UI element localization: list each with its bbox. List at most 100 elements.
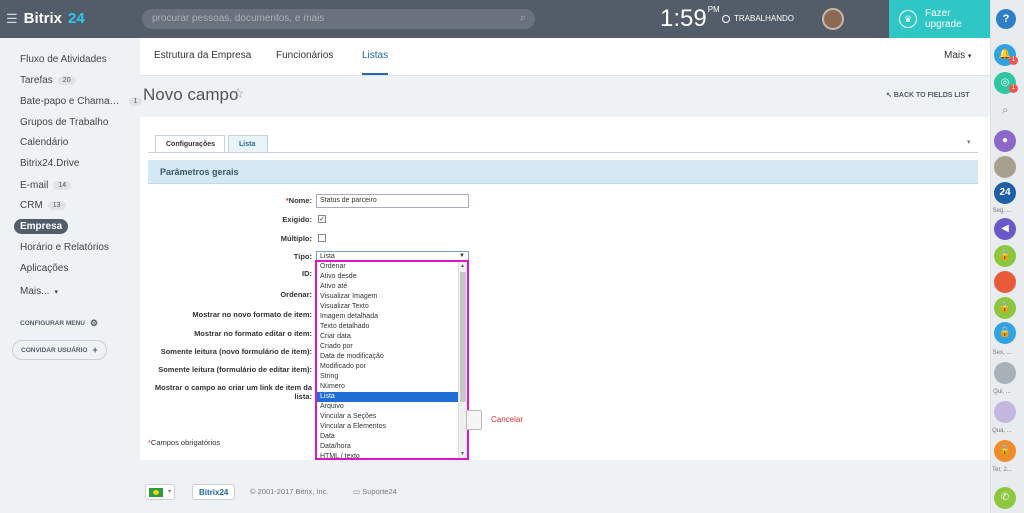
- brazil-flag-icon: [149, 488, 163, 497]
- dropdown-option[interactable]: Modificado por: [317, 362, 467, 372]
- contact-avatar[interactable]: [994, 271, 1016, 293]
- sidebar-item-mais[interactable]: Mais... ▾: [20, 286, 58, 297]
- more-menu[interactable]: Mais ▾: [944, 50, 971, 61]
- mostrar-editar-label: Mostrar no formato editar o item:: [194, 329, 312, 338]
- lock-icon[interactable]: 🔒: [994, 245, 1016, 267]
- tab-lista[interactable]: Lista: [228, 135, 268, 153]
- dropdown-option[interactable]: Ativo desde: [317, 272, 467, 282]
- sidebar-item-empresa[interactable]: Empresa: [14, 219, 69, 234]
- star-icon[interactable]: ☆: [232, 85, 245, 102]
- search-input[interactable]: procurar pessoas, documentos, e mais ⌕: [142, 9, 535, 29]
- sidebar-item-aplicacoes[interactable]: Aplicações: [20, 263, 68, 274]
- dropdown-option[interactable]: Arquivo: [317, 402, 467, 412]
- back-to-fields-link[interactable]: ↖ BACK TO FIELDS LIST: [886, 91, 970, 99]
- sidebar-item-drive[interactable]: Bitrix24.Drive: [20, 158, 79, 169]
- nome-field[interactable]: Status de parceiro: [316, 194, 469, 208]
- sidebar-item-bate-papo[interactable]: Bate-papo e Chama… 1: [20, 96, 143, 107]
- help-button[interactable]: ?: [996, 9, 1016, 29]
- contact-avatar[interactable]: [994, 156, 1016, 178]
- support-link[interactable]: ▭ Suporte24: [353, 487, 397, 496]
- dropdown-option[interactable]: Data: [317, 432, 467, 442]
- dropdown-option[interactable]: Data/hora: [317, 442, 467, 452]
- sidebar-item-email[interactable]: E-mail 14: [20, 180, 72, 191]
- megaphone-icon[interactable]: ◀: [994, 218, 1016, 240]
- tab-configuracoes[interactable]: Configurações: [155, 135, 225, 153]
- back-link-label: BACK TO FIELDS LIST: [893, 92, 970, 99]
- scroll-up-icon[interactable]: ▲: [460, 263, 465, 269]
- exigido-checkbox[interactable]: ✓: [318, 215, 326, 223]
- invite-user-button[interactable]: CONVIDAR USUÁRIO +: [12, 340, 107, 360]
- sidebar-item-tarefas[interactable]: Tarefas 20: [20, 75, 76, 86]
- cancel-button[interactable]: Cancelar: [491, 415, 523, 424]
- dropdown-option[interactable]: Ordenar: [317, 262, 467, 272]
- chevron-down-icon[interactable]: ▾: [967, 138, 971, 146]
- dropdown-option[interactable]: Lista: [317, 392, 467, 402]
- dropdown-option[interactable]: String: [317, 372, 467, 382]
- work-status[interactable]: TRABALHANDO: [722, 14, 794, 23]
- chevron-down-icon: ▾: [167, 489, 171, 495]
- dropdown-option[interactable]: Vincular a Elementos: [317, 422, 467, 432]
- save-button[interactable]: [466, 410, 482, 430]
- dropdown-option[interactable]: Número: [317, 382, 467, 392]
- date-label: Qua, ...: [992, 428, 1012, 434]
- dropdown-option[interactable]: Data de modificação: [317, 352, 467, 362]
- scrollbar-thumb[interactable]: [460, 272, 466, 402]
- tab-listas[interactable]: Listas: [362, 50, 389, 75]
- mostrar-link-label: Mostrar o campo ao criar um link de item…: [154, 383, 312, 401]
- dropdown-option[interactable]: Visualizar Texto: [317, 302, 467, 312]
- phone-icon[interactable]: ✆: [994, 487, 1016, 509]
- required-note-text: Campos obrigatórios: [150, 438, 221, 447]
- logo[interactable]: ☰ Bitrix 24: [6, 10, 85, 27]
- group-avatar[interactable]: [994, 401, 1016, 423]
- search-icon[interactable]: ⌕: [520, 12, 526, 25]
- sidebar-item-fluxo[interactable]: Fluxo de Atividades: [20, 54, 107, 65]
- status-icon: [722, 14, 730, 23]
- chat-24-icon[interactable]: 24: [994, 182, 1016, 204]
- dropdown-option[interactable]: Criado por: [317, 342, 467, 352]
- upgrade-button[interactable]: ♛ Fazer upgrade: [889, 0, 990, 38]
- lock-icon[interactable]: 🔒: [994, 322, 1016, 344]
- lock-icon[interactable]: 🔒: [994, 297, 1016, 319]
- contact-avatar[interactable]: [994, 362, 1016, 384]
- date-label: Sex, ...: [992, 350, 1012, 356]
- section-nav: [140, 38, 990, 76]
- dropdown-option[interactable]: Vincular a Seções: [317, 412, 467, 422]
- configure-menu-button[interactable]: CONFIGURAR MENU ⚙: [20, 318, 98, 329]
- sidebar-item-crm[interactable]: CRM 13: [20, 200, 66, 211]
- search-contacts-icon[interactable]: ⌕: [994, 100, 1016, 122]
- logo-number: 24: [68, 10, 85, 27]
- sidebar-item-calendario[interactable]: Calendário: [20, 137, 68, 148]
- multiplo-label: Múltiplo:: [280, 234, 312, 243]
- contact-avatar[interactable]: ●: [994, 130, 1016, 152]
- lock-icon[interactable]: 🔒: [994, 440, 1016, 462]
- tab-funcionarios[interactable]: Funcionários: [276, 50, 333, 61]
- language-selector[interactable]: ▾: [145, 484, 175, 500]
- sidebar-item-grupos[interactable]: Grupos de Trabalho: [20, 117, 108, 128]
- sidebar-item-label: Tarefas: [20, 75, 53, 86]
- count-badge: 1: [128, 97, 143, 106]
- dropdown-option[interactable]: Imagem detalhada: [317, 312, 467, 322]
- tab-estrutura[interactable]: Estrutura da Empresa: [154, 50, 251, 61]
- menu-icon[interactable]: ☰: [6, 11, 18, 27]
- id-label: ID:: [302, 269, 312, 278]
- sidebar-item-label: Fluxo de Atividades: [20, 54, 107, 65]
- nome-label-text: Nome:: [288, 196, 312, 205]
- footer-logo[interactable]: Bitrix24: [192, 484, 236, 500]
- user-avatar[interactable]: [822, 8, 844, 30]
- gear-icon: ⚙: [90, 318, 99, 328]
- sidebar-item-horario[interactable]: Horário e Relatórios: [20, 242, 109, 253]
- page-title: Novo campo: [143, 85, 239, 104]
- dropdown-option[interactable]: HTML / texto: [317, 452, 467, 458]
- dropdown-option[interactable]: Ativo até: [317, 282, 467, 292]
- sidebar-item-label: Bitrix24.Drive: [20, 158, 80, 169]
- tipo-dropdown-list[interactable]: Ordenar Ativo desde Ativo até Visualizar Im…: [315, 260, 469, 460]
- clock[interactable]: 1:59PM: [660, 5, 720, 33]
- logo-text: Bitrix: [23, 10, 62, 27]
- date-label: Seg, ...: [992, 208, 1012, 214]
- dropdown-option[interactable]: Texto detalhado: [317, 322, 467, 332]
- scroll-down-icon[interactable]: ▼: [460, 451, 465, 457]
- dropdown-option[interactable]: Visualizar Imagem: [317, 292, 467, 302]
- dropdown-option[interactable]: Criar data: [317, 332, 467, 342]
- nome-label: *Nome:: [150, 196, 312, 205]
- multiplo-checkbox[interactable]: [318, 234, 326, 242]
